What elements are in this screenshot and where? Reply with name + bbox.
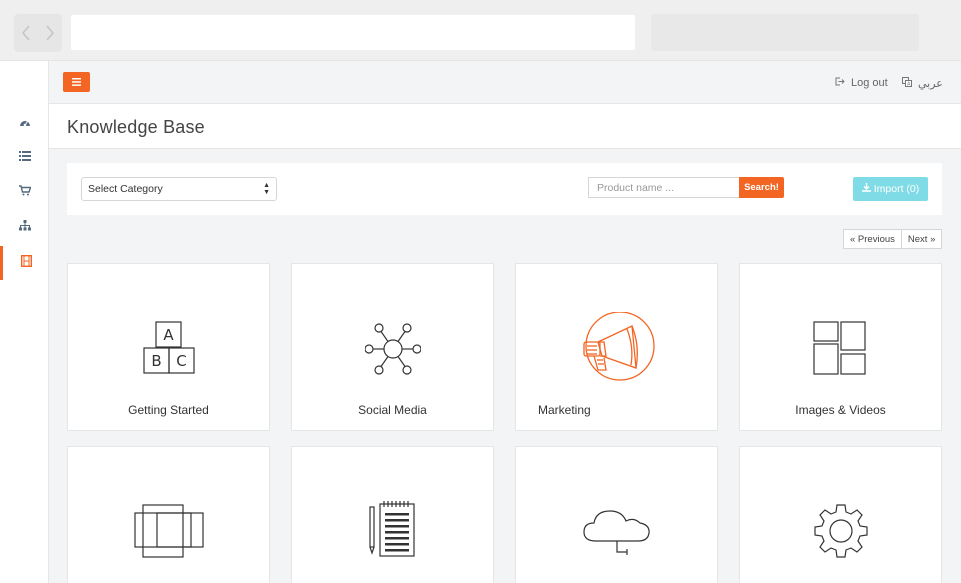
- browser-toolbar: [0, 0, 961, 61]
- pagination: « Previous Next »: [843, 229, 943, 249]
- card-marketing[interactable]: Marketing: [515, 263, 718, 431]
- sidebar: [0, 61, 49, 583]
- cloud-icon: [516, 505, 717, 557]
- abc-blocks-icon: A B C: [68, 320, 269, 376]
- card-notepad[interactable]: [291, 446, 494, 583]
- logout-link[interactable]: Log out: [835, 75, 888, 91]
- film-icon: [20, 254, 32, 272]
- category-select[interactable]: Select Category ▲ ▼: [81, 177, 277, 201]
- card-layers[interactable]: [67, 446, 270, 583]
- card-images-videos[interactable]: Images & Videos: [739, 263, 942, 431]
- hamburger-icon: [72, 73, 81, 91]
- language-label: عربي: [918, 77, 943, 90]
- previous-page-button[interactable]: « Previous: [843, 229, 902, 249]
- logout-label: Log out: [851, 77, 888, 89]
- dashboard-icon: [19, 114, 31, 132]
- menu-toggle-button[interactable]: [63, 72, 90, 92]
- sidebar-item-cart[interactable]: [0, 175, 49, 209]
- address-bar[interactable]: [70, 14, 636, 51]
- gallery-icon: [740, 320, 941, 376]
- gear-icon: [740, 503, 941, 559]
- next-page-button[interactable]: Next »: [901, 229, 943, 249]
- language-switch[interactable]: A عربي: [902, 75, 943, 91]
- svg-text:B: B: [151, 352, 161, 370]
- download-icon: [861, 183, 871, 195]
- sidebar-item-hierarchy[interactable]: [0, 210, 49, 244]
- layers-icon: [68, 503, 269, 559]
- card-label: Getting Started: [128, 403, 209, 417]
- category-select-value: Select Category: [88, 183, 163, 195]
- browser-search-field[interactable]: [651, 14, 919, 51]
- forward-arrow-icon[interactable]: [41, 24, 59, 42]
- top-bar: Log out A عربي: [49, 61, 961, 104]
- notepad-icon: [292, 501, 493, 559]
- product-search-input[interactable]: Product name ...: [588, 177, 740, 198]
- filter-panel: Select Category ▲ ▼ Product name ... Sear…: [67, 163, 942, 215]
- list-icon: [18, 148, 31, 166]
- select-caret-icon: ▲ ▼: [263, 182, 270, 196]
- sidebar-item-dashboard[interactable]: [0, 106, 49, 140]
- sidebar-item-knowledge-base[interactable]: [0, 246, 49, 280]
- megaphone-icon: [516, 312, 717, 384]
- browser-nav: [14, 14, 62, 52]
- search-button[interactable]: Search!: [739, 177, 784, 198]
- search-placeholder: Product name ...: [597, 181, 675, 194]
- card-getting-started[interactable]: A B C Getting Started: [67, 263, 270, 431]
- card-label: Images & Videos: [795, 403, 886, 417]
- svg-text:C: C: [176, 352, 186, 370]
- logout-icon: [835, 77, 845, 89]
- sitemap-icon: [18, 218, 31, 236]
- language-icon: A: [902, 76, 912, 90]
- card-label: Social Media: [358, 403, 427, 417]
- network-icon: [292, 322, 493, 376]
- cart-icon: [18, 183, 31, 201]
- svg-text:A: A: [907, 81, 911, 86]
- card-cloud[interactable]: [515, 446, 718, 583]
- svg-text:A: A: [163, 326, 174, 344]
- card-label: Marketing: [538, 403, 591, 417]
- sidebar-item-list[interactable]: [0, 140, 49, 174]
- import-label: Import (0): [873, 183, 920, 195]
- page-header: Knowledge Base: [49, 104, 961, 149]
- import-button[interactable]: Import (0): [853, 177, 928, 201]
- page-title: Knowledge Base: [67, 117, 205, 137]
- back-arrow-icon[interactable]: [17, 24, 35, 42]
- card-settings[interactable]: [739, 446, 942, 583]
- card-social-media[interactable]: Social Media: [291, 263, 494, 431]
